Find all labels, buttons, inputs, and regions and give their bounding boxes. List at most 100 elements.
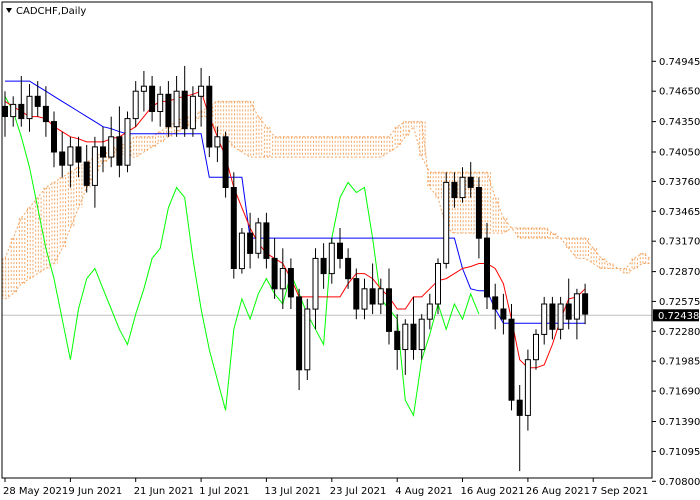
price-chart: 0.74945 0.74650 0.74350 0.74050 0.73760 0.734… [0, 0, 700, 500]
candle [238, 228, 245, 274]
bear-candle-body [116, 136, 123, 166]
bear-candle-body [230, 187, 237, 269]
bear-candle-body [353, 278, 360, 310]
bull-candle-body [279, 268, 286, 290]
bull-candle-body [67, 146, 74, 166]
candle [304, 298, 311, 380]
y-tick-label: 0.72870 [659, 267, 700, 278]
y-tick-label: 0.71095 [659, 447, 700, 458]
bull-candle-body [573, 293, 580, 320]
bull-candle-body [304, 308, 311, 371]
current-price-label: 0.72438 [658, 311, 699, 322]
x-tick-label: 23 Jul 2021 [330, 486, 387, 497]
x-tick-label: 26 Aug 2021 [526, 486, 590, 497]
bull-candle-body [435, 263, 441, 305]
bear-candle-body [51, 121, 57, 153]
bear-candle-body [165, 93, 172, 128]
bear-candle-body [296, 296, 303, 371]
bull-candle-body [26, 95, 33, 120]
candle [222, 131, 229, 198]
y-tick-label: 0.71985 [659, 357, 700, 368]
bear-candle-body [394, 330, 401, 350]
bear-candle-body [337, 242, 343, 259]
bear-candle-body [149, 85, 156, 112]
bull-candle-body [443, 181, 450, 264]
bear-candle-body [75, 146, 82, 163]
bear-candle-body [247, 232, 254, 254]
bull-candle-body [91, 146, 98, 186]
bull-candle-body [459, 176, 466, 199]
bear-candle-body [369, 288, 376, 305]
bear-candle-body [18, 103, 25, 120]
y-tick-label: 0.71390 [659, 417, 700, 428]
candle [230, 172, 237, 279]
bear-candle-body [181, 90, 188, 130]
bear-candle-body [508, 318, 515, 401]
bull-candle-body [157, 93, 164, 113]
x-tick-label: 9 Jun 2021 [68, 486, 122, 497]
y-tick-label: 0.74945 [659, 57, 700, 68]
candle [508, 304, 515, 411]
bull-candle-body [312, 257, 319, 310]
bear-candle-body [467, 176, 474, 188]
y-tick-label: 0.72280 [659, 327, 700, 338]
bull-candle-body [132, 90, 139, 120]
x-tick-label: 28 May 2021 [3, 486, 68, 497]
bull-candle-body [418, 318, 425, 351]
bear-candle-body [345, 257, 352, 280]
x-tick-label: 7 Sep 2021 [591, 486, 648, 497]
bull-candle-body [238, 232, 245, 270]
bear-candle-body [2, 105, 8, 118]
candle [443, 172, 450, 269]
y-tick-label: 0.74050 [659, 148, 700, 159]
bull-candle-body [328, 242, 335, 275]
x-tick-label: 16 Aug 2021 [461, 486, 525, 497]
bull-candle-body [189, 95, 196, 130]
bear-candle-body [100, 146, 106, 158]
y-tick-label: 0.70800 [659, 477, 700, 488]
bear-candle-body [582, 293, 589, 315]
y-tick-label: 0.71690 [659, 387, 700, 398]
bear-candle-body [83, 161, 90, 186]
bear-candle-body [549, 303, 556, 330]
bear-candle-body [492, 296, 499, 310]
price-axis: 0.74945 0.74650 0.74350 0.74050 0.73760 0.734… [652, 57, 700, 488]
y-tick-label: 0.73465 [659, 207, 700, 218]
bear-candle-body [206, 85, 213, 148]
x-tick-label: 21 Jun 2021 [134, 486, 194, 497]
chart-title: CADCHF,Daily [16, 6, 86, 17]
bear-candle-body [320, 257, 327, 275]
bull-candle-body [533, 333, 539, 361]
bear-candle-body [42, 105, 49, 123]
candle [124, 111, 131, 173]
bear-candle-body [271, 257, 278, 290]
bear-candle-body [222, 136, 229, 189]
bear-candle-body [59, 151, 66, 166]
bull-candle-body [557, 303, 564, 330]
bear-candle-body [484, 237, 490, 298]
y-tick-label: 0.73170 [659, 237, 700, 248]
x-tick-label: 13 Jul 2021 [264, 486, 321, 497]
bull-candle-body [214, 136, 221, 148]
bull-candle-body [426, 303, 433, 320]
bull-candle-body [173, 90, 180, 128]
y-tick-label: 0.73760 [659, 177, 700, 188]
bull-candle-body [10, 103, 17, 118]
bull-candle-body [361, 288, 368, 310]
bull-candle-body [198, 85, 205, 97]
bear-candle-body [451, 181, 458, 199]
bear-candle-body [386, 288, 392, 332]
y-tick-label: 0.74350 [659, 117, 700, 128]
bull-candle-body [108, 136, 115, 158]
candle [206, 76, 213, 158]
bear-candle-body [516, 399, 523, 416]
bull-candle-body [402, 323, 409, 351]
bear-candle-body [410, 323, 417, 351]
bear-candle-body [475, 187, 482, 239]
x-tick-label: 4 Aug 2021 [395, 486, 453, 497]
bull-candle-body [524, 359, 531, 416]
bear-candle-body [34, 95, 41, 107]
bull-candle-body [377, 288, 384, 305]
x-tick-label: 1 Jul 2021 [199, 486, 249, 497]
candle [255, 217, 262, 259]
